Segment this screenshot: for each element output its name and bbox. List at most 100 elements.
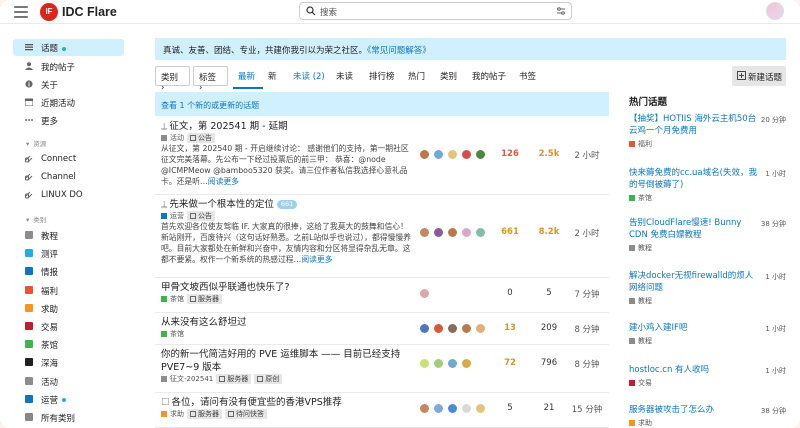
hot-topic-category[interactable]: 交易 [629, 378, 652, 388]
read-more-link[interactable]: 阅读更多 [301, 255, 332, 264]
poster-avatar[interactable] [475, 323, 486, 334]
hot-topic-title[interactable]: 【抽奖】HOTIIS 海外云主机50台云鸡一个月免费用 [629, 113, 759, 137]
poster-avatar[interactable] [447, 149, 458, 160]
topic-tag[interactable]: 公告 [187, 133, 215, 143]
topic-category[interactable]: 茶馆 [170, 295, 184, 303]
sidebar-category-item[interactable]: 交易 [13, 318, 124, 335]
user-avatar[interactable] [766, 2, 784, 20]
activity-time[interactable]: 8 分钟 [570, 323, 604, 335]
poster-avatar[interactable] [447, 403, 458, 414]
hot-topic-category[interactable]: 福利 [629, 139, 652, 149]
nav-tab[interactable]: 最新 [238, 70, 255, 82]
sidebar-item-channel[interactable]: Channel [13, 169, 124, 186]
site-title[interactable]: IDC Flare [62, 5, 117, 19]
sidebar-category-item[interactable]: 福利 [13, 282, 124, 299]
hot-topic-item[interactable]: hostloc.cn 有人收吗 交易 1 小时 [629, 364, 786, 404]
hot-topic-item[interactable]: 告别CloudFlare慢速! Bunny CDN 免费白嫖教程 教程 38 分钟 [629, 217, 786, 257]
nav-tab[interactable]: 排行榜 [369, 70, 395, 82]
topic-title[interactable]: 从来没有这么舒坦过 [161, 316, 247, 329]
poster-avatar[interactable] [433, 227, 444, 238]
sidebar-category-item[interactable]: 运营 [13, 391, 124, 408]
sidebar-category-item[interactable]: 茶馆 [13, 336, 124, 353]
poster-avatar[interactable] [419, 227, 430, 238]
faq-link[interactable]: 《常见问题解答》 [367, 46, 431, 56]
hot-topic-title[interactable]: 快来薅免费的cc.ua域名(失效，我的号倒被薅了) [629, 167, 759, 191]
new-topic-button[interactable]: 新建话题 [732, 66, 786, 86]
topic-category[interactable]: 求助 [170, 410, 184, 418]
poster-avatar[interactable] [433, 403, 444, 414]
poster-avatar[interactable] [447, 358, 458, 369]
topic-row[interactable]: ⟂ 先来做一个根本性的定位 661 运营 公告 首先欢迎各位使友驾临 IF. 大家真的很捧… [155, 195, 609, 278]
topic-tag[interactable]: 原创 [254, 374, 283, 384]
topic-category[interactable]: 运营 [170, 212, 184, 220]
activity-time[interactable]: 15 分钟 [570, 403, 604, 415]
sidebar-category-item[interactable]: 所有类别 [13, 409, 124, 426]
sidebar-category-item[interactable]: 求助 [13, 300, 124, 317]
hot-topic-item[interactable]: 【抽奖】HOTIIS 海外云主机50台云鸡一个月免费用 福利 20 分钟 [629, 113, 786, 153]
topic-row[interactable]: ⟂ 征文，第 202541 期 - 延期 活动 公告 从征文，第 202540 期 - … [155, 117, 609, 195]
hot-topic-title[interactable]: hostloc.cn 有人收吗 [629, 364, 759, 376]
sidebar-item-activity[interactable]: 近期活动 [13, 94, 124, 111]
hot-topic-category[interactable]: 教程 [629, 243, 652, 253]
topic-category[interactable]: 征文-202541 [170, 375, 213, 383]
hot-topic-title[interactable]: 服务器被攻击了怎么办 [629, 404, 759, 416]
nav-tab[interactable]: 热门 [408, 70, 425, 82]
activity-time[interactable]: 2 小时 [570, 149, 604, 161]
hot-topic-category[interactable]: 教程 [629, 336, 652, 346]
poster-avatar[interactable] [419, 149, 430, 160]
hot-topic-item[interactable]: 服务器被攻击了怎么办 求助 38 分钟 [629, 404, 786, 428]
topic-tag[interactable]: 服务器 [187, 294, 222, 304]
activity-time[interactable]: 2 小时 [570, 227, 604, 239]
sidebar-section-categories[interactable]: ▾ 类别 [26, 214, 46, 224]
topic-title[interactable]: ⟂ 征文，第 202541 期 - 延期 [161, 120, 288, 133]
poster-avatar[interactable] [475, 403, 486, 414]
poster-avatar[interactable] [419, 288, 430, 299]
topic-row[interactable]: 甲骨文坡西似乎联通也快乐了? 茶馆 服务器 0 5 7 分钟 [155, 278, 609, 313]
poster-avatar[interactable] [419, 323, 430, 334]
poster-avatar[interactable] [433, 323, 444, 334]
nav-tab[interactable]: 书签 [519, 70, 536, 82]
hot-topic-title[interactable]: 解决docker无视firewalld的烦人网络问题 [629, 270, 759, 294]
topic-category[interactable]: 茶馆 [170, 330, 184, 338]
topic-title[interactable]: 甲骨文坡西似乎联通也快乐了? [161, 281, 290, 294]
topic-title[interactable]: ⟂ 先来做一个根本性的定位 661 [161, 198, 298, 211]
sidebar-item-about[interactable]: 关于 [13, 76, 124, 93]
sidebar-item-my-posts[interactable]: 我的帖子 [13, 58, 124, 75]
search-input[interactable]: 搜索 [299, 2, 572, 20]
hot-topic-category[interactable]: 教程 [629, 296, 652, 306]
read-more-link[interactable]: 阅读更多 [208, 177, 239, 186]
poster-avatar[interactable] [461, 227, 472, 238]
poster-avatar[interactable] [475, 227, 486, 238]
nav-tab[interactable]: 我的帖子 [472, 70, 506, 82]
topic-row[interactable]: ☐ 各位，请问有没有便宜些的香港VPS推荐 求助 服务器 待问快答 5 21 15 分钟 [155, 393, 609, 428]
topic-title[interactable]: 你的新一代简洁好用的 PVE 运维脚本 —— 目前已经支持 PVE7~9 版本 [161, 348, 419, 374]
nav-tab[interactable]: 新 [268, 70, 277, 82]
activity-time[interactable]: 8 分钟 [570, 358, 604, 370]
hot-topic-item[interactable]: 解决docker无视firewalld的烦人网络问题 教程 1 小时 [629, 270, 786, 310]
topic-row[interactable]: 你的新一代简洁好用的 PVE 运维脚本 —— 目前已经支持 PVE7~9 版本征… [155, 345, 609, 393]
poster-avatar[interactable] [475, 149, 486, 160]
poster-avatar[interactable] [461, 323, 472, 334]
activity-time[interactable]: 7 分钟 [570, 288, 604, 300]
hot-topic-item[interactable]: 建小鸡入建IF吧 教程 1 小时 [629, 322, 786, 362]
topic-tag[interactable]: 待问快答 [225, 409, 267, 419]
hot-topic-category[interactable]: 求助 [629, 418, 652, 428]
sidebar-item-more[interactable]: 更多 [13, 112, 124, 129]
hot-topic-title[interactable]: 告别CloudFlare慢速! Bunny CDN 免费白嫖教程 [629, 217, 759, 241]
hot-topic-item[interactable]: 快来薅免费的cc.ua域名(失效，我的号倒被薅了) 茶馆 1 小时 [629, 167, 786, 207]
poster-avatar[interactable] [447, 227, 458, 238]
sidebar-category-item[interactable]: 深海 [13, 354, 124, 371]
category-dropdown[interactable]: 类别 › [155, 66, 190, 93]
topic-title[interactable]: ☐ 各位，请问有没有便宜些的香港VPS推荐 [161, 396, 342, 409]
site-logo-icon[interactable]: IF [40, 3, 58, 21]
poster-avatar[interactable] [433, 358, 444, 369]
sidebar-item-connect[interactable]: Connect [13, 151, 124, 168]
poster-avatar[interactable] [433, 149, 444, 160]
tag-dropdown[interactable]: 标签 › [193, 66, 228, 93]
sidebar-category-item[interactable]: 情报 [13, 263, 124, 280]
sidebar-category-item[interactable]: 测评 [13, 245, 124, 262]
topic-category[interactable]: 活动 [170, 134, 184, 142]
poster-avatar[interactable] [461, 149, 472, 160]
topic-tag[interactable]: 服务器 [216, 374, 252, 384]
nav-tab[interactable]: 未读 (2) [293, 70, 325, 82]
